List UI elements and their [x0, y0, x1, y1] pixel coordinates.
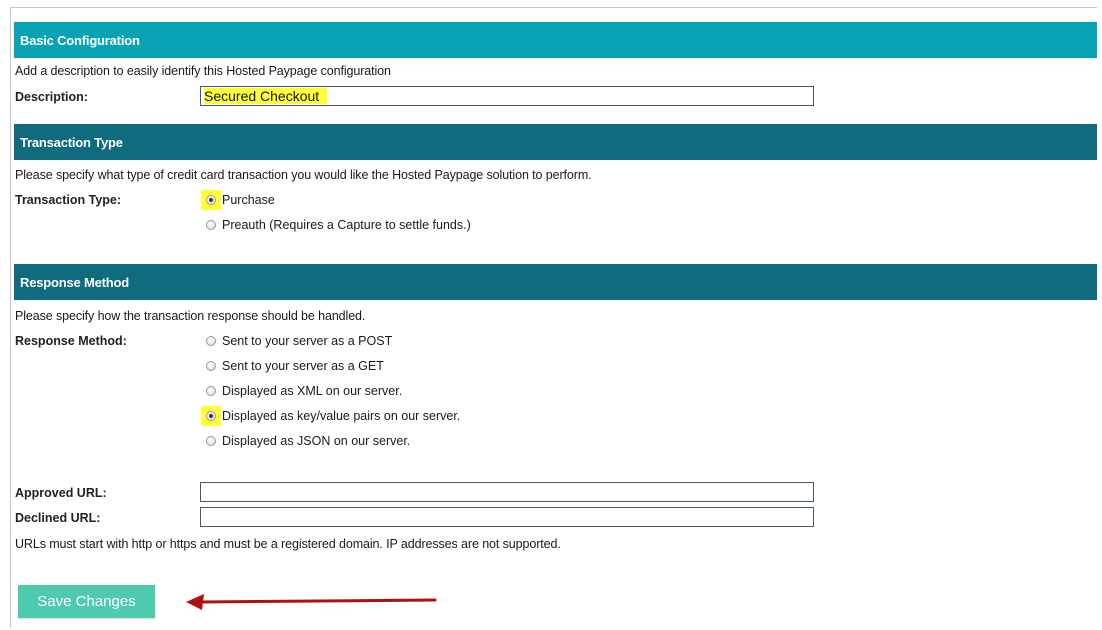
transaction-type-header: Transaction Type [14, 124, 1097, 160]
save-changes-button[interactable]: Save Changes [18, 585, 155, 618]
basic-configuration-help: Add a description to easily identify thi… [15, 64, 391, 78]
radio-label: Sent to your server as a GET [222, 359, 384, 373]
radio-button[interactable] [206, 361, 216, 371]
radio-label: Sent to your server as a POST [222, 334, 393, 348]
description-input[interactable]: Secured Checkout [200, 86, 814, 106]
transaction-type-title: Transaction Type [20, 134, 123, 150]
radio-button[interactable] [206, 336, 216, 346]
transaction-type-label: Transaction Type: [15, 193, 122, 207]
radio-label: Displayed as XML on our server. [222, 384, 403, 398]
response-method-label: Response Method: [15, 334, 127, 348]
radio-option-purchase[interactable]: Purchase [206, 193, 275, 207]
transaction-type-help: Please specify what type of credit card … [15, 168, 592, 182]
radio-button[interactable] [206, 436, 216, 446]
arrow-annotation-icon [186, 594, 437, 610]
basic-configuration-header: Basic Configuration [14, 22, 1097, 58]
radio-label: Displayed as JSON on our server. [222, 434, 411, 448]
description-value: Secured Checkout [204, 88, 328, 104]
radio-option-get[interactable]: Sent to your server as a GET [206, 359, 384, 373]
radio-button[interactable] [206, 220, 216, 230]
radio-option-post[interactable]: Sent to your server as a POST [206, 334, 392, 348]
radio-option-key-value[interactable]: Displayed as key/value pairs on our serv… [206, 409, 460, 423]
description-label: Description: [15, 90, 88, 104]
radio-option-preauth[interactable]: Preauth (Requires a Capture to settle fu… [206, 218, 471, 232]
radio-button-checked[interactable] [206, 195, 216, 205]
approved-url-input[interactable] [200, 482, 814, 502]
radio-label: Preauth (Requires a Capture to settle fu… [222, 218, 471, 232]
radio-option-json[interactable]: Displayed as JSON on our server. [206, 434, 410, 448]
url-note: URLs must start with http or https and m… [15, 537, 561, 551]
response-method-title: Response Method [20, 274, 129, 290]
radio-button-checked[interactable] [206, 411, 216, 421]
approved-url-label: Approved URL: [15, 486, 107, 500]
radio-label: Displayed as key/value pairs on our serv… [222, 409, 461, 423]
response-method-help: Please specify how the transaction respo… [15, 309, 366, 323]
radio-label: Purchase [222, 193, 275, 207]
response-method-header: Response Method [14, 264, 1097, 300]
basic-configuration-title: Basic Configuration [20, 32, 140, 48]
declined-url-input[interactable] [200, 507, 814, 527]
radio-option-xml[interactable]: Displayed as XML on our server. [206, 384, 402, 398]
radio-button[interactable] [206, 386, 216, 396]
declined-url-label: Declined URL: [15, 511, 101, 525]
